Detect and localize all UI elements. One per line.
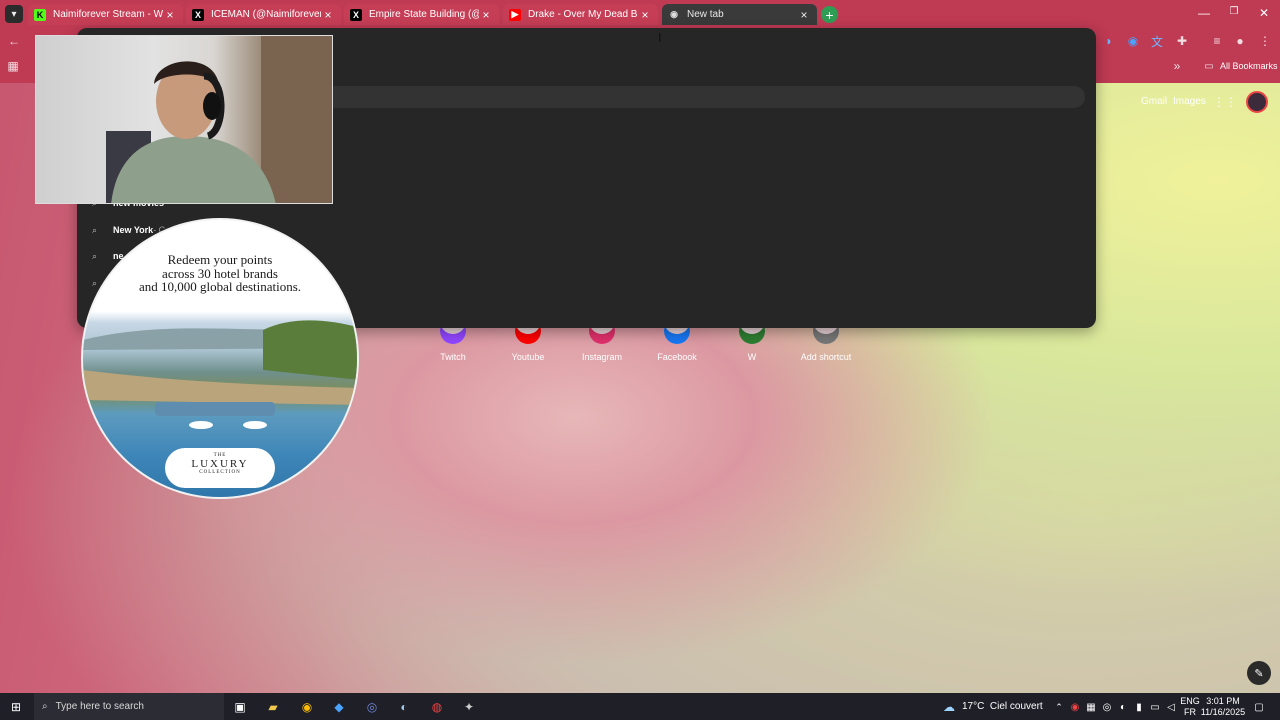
- notifications-icon[interactable]: ▢: [1250, 698, 1268, 716]
- translate-icon[interactable]: 文: [1149, 33, 1165, 49]
- tab-title: Drake - Over My Dead Body (S: [528, 9, 638, 20]
- restore-icon[interactable]: ❐: [1224, 6, 1244, 17]
- tab-naimiforever-stream[interactable]: K Naimiforever Stream - Watch L ×: [28, 4, 183, 25]
- shortcut-label: Instagram: [581, 352, 623, 362]
- close-icon[interactable]: ×: [797, 8, 811, 22]
- webcam-overlay: [35, 35, 333, 204]
- minimize-icon[interactable]: —: [1194, 6, 1214, 20]
- search-icon: ⌕: [42, 701, 48, 712]
- tab-new-tab[interactable]: ◉ New tab ×: [662, 4, 817, 25]
- windows-start-icon[interactable]: ⊞: [7, 698, 25, 716]
- shortcut-label: W: [747, 352, 757, 362]
- steam-icon[interactable]: ◐: [395, 698, 413, 716]
- hotel-ad[interactable]: Redeem your points across 30 hotel brand…: [81, 218, 359, 499]
- language-bottom: FR: [1184, 707, 1196, 717]
- shortcut-label: Youtube: [511, 352, 545, 362]
- weather-text[interactable]: 17°C Ciel couvert: [962, 701, 1043, 712]
- tab-title: Empire State Building (@Empi: [369, 9, 479, 20]
- app-icon[interactable]: ◍: [428, 698, 446, 716]
- puzzle-icon[interactable]: ✚: [1174, 33, 1190, 49]
- kick-icon: K: [34, 8, 46, 21]
- taskbar: ⊞ ⌕ Type here to search ▣ ▰ ◉ ◆ ◎ ◐ ◍ ✦ …: [0, 693, 1280, 720]
- close-icon[interactable]: ×: [163, 8, 177, 22]
- shortcut-label: Add shortcut: [800, 352, 852, 362]
- tab-title: New tab: [687, 9, 724, 20]
- close-icon[interactable]: ×: [321, 8, 335, 22]
- tab-empire-state[interactable]: X Empire State Building (@Empi ×: [344, 4, 499, 25]
- apps-icon[interactable]: ▦: [5, 58, 21, 74]
- profile-icon[interactable]: ●: [1232, 33, 1248, 49]
- tab-strip: ▾ K Naimiforever Stream - Watch L × X IC…: [0, 0, 1280, 27]
- language-top: ENG: [1180, 696, 1200, 706]
- discord-icon[interactable]: ◎: [363, 698, 381, 716]
- images-link[interactable]: Images: [1173, 96, 1206, 107]
- clock-date: 11/16/2025: [1200, 707, 1246, 717]
- logo-text-main: LUXURY: [191, 458, 249, 470]
- tab-title: ICEMAN (@Naimiforever) / X: [211, 9, 321, 20]
- folder-icon: ▭: [1204, 60, 1214, 72]
- x-icon: X: [350, 8, 362, 21]
- close-window-icon[interactable]: ✕: [1254, 6, 1274, 20]
- media-icon[interactable]: ≡: [1209, 33, 1225, 49]
- logo-text-bottom: COLLECTION: [199, 470, 241, 475]
- app-icon[interactable]: ◆: [330, 698, 348, 716]
- taskbar-search-input[interactable]: ⌕ Type here to search: [34, 693, 224, 720]
- chevron-right-icon[interactable]: »: [1169, 58, 1185, 74]
- weather-icon: ☁: [943, 700, 955, 714]
- tab-title: Naimiforever Stream - Watch L: [53, 9, 163, 20]
- gmail-link[interactable]: Gmail: [1141, 96, 1167, 107]
- x-icon: X: [192, 8, 204, 21]
- extension-icon[interactable]: ◉: [1125, 33, 1141, 49]
- customize-pencil-icon[interactable]: ✎: [1247, 661, 1271, 685]
- avatar[interactable]: [1246, 91, 1268, 113]
- extension-icon[interactable]: ◗: [1101, 33, 1117, 49]
- luxury-collection-logo: THE LUXURY COLLECTION: [165, 448, 275, 488]
- address-bar[interactable]: [307, 86, 1085, 108]
- shortcut-label: Facebook: [657, 352, 697, 362]
- app-icon[interactable]: ✦: [460, 698, 478, 716]
- youtube-icon: ▶: [509, 8, 521, 21]
- chrome-icon: ◉: [670, 9, 678, 19]
- tab-drake-youtube[interactable]: ▶ Drake - Over My Dead Body (S ×: [503, 4, 658, 25]
- close-icon[interactable]: ×: [479, 8, 493, 22]
- all-bookmarks-link[interactable]: All Bookmarks: [1220, 61, 1278, 71]
- clock-time: 3:01 PM: [1206, 696, 1240, 706]
- shortcut-label: Twitch: [440, 352, 466, 362]
- menu-icon[interactable]: ⋮: [1257, 33, 1273, 49]
- text-cursor-icon: I: [658, 31, 662, 45]
- streamer-figure: [106, 36, 332, 203]
- logo-text-top: THE: [213, 453, 227, 458]
- search-placeholder: Type here to search: [55, 701, 144, 712]
- tab-iceman[interactable]: X ICEMAN (@Naimiforever) / X ×: [186, 4, 341, 25]
- task-view-icon[interactable]: ▣: [231, 698, 249, 716]
- chrome-icon[interactable]: ◉: [298, 698, 316, 716]
- close-icon[interactable]: ×: [638, 8, 652, 22]
- new-tab-button[interactable]: +: [821, 6, 838, 23]
- back-icon[interactable]: ←: [6, 33, 22, 49]
- clock[interactable]: 3:01 PM 11/16/2025: [1200, 696, 1246, 718]
- google-apps-icon[interactable]: ⋮⋮: [1213, 94, 1237, 110]
- file-explorer-icon[interactable]: ▰: [264, 698, 282, 716]
- tab-search-button[interactable]: ▾: [5, 5, 23, 23]
- language-indicator[interactable]: ENG FR: [1178, 696, 1202, 718]
